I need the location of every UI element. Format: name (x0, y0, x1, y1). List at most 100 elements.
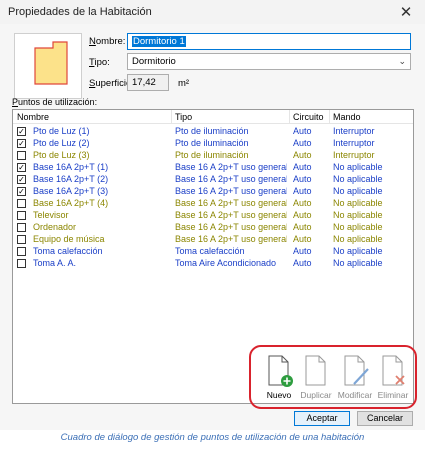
list-item[interactable]: ✓ Base 16A 2p+T (3) Base 16 A 2p+T uso gen… (13, 186, 413, 198)
cell-nombre: Base 16A 2p+T (3) (33, 186, 109, 196)
row-checkbox[interactable]: ✓ (17, 127, 26, 136)
row-checkbox[interactable]: ✓ (17, 175, 26, 184)
eliminar-label: Eliminar (377, 390, 409, 400)
figure-caption: Cuadro de diálogo de gestión de puntos d… (60, 432, 365, 443)
row-checkbox[interactable]: ✓ (17, 163, 26, 172)
eliminar-button[interactable]: Eliminar (372, 352, 414, 404)
cell-mando: No aplicable (333, 222, 383, 232)
cell-nombre: Pto de Luz (1) (33, 126, 90, 136)
nombre-input[interactable]: Dormitorio 1 (127, 33, 411, 50)
cell-nombre: Pto de Luz (2) (33, 138, 90, 148)
cell-tipo: Pto de iluminación (175, 150, 249, 160)
col-tipo-header[interactable]: Tipo (175, 112, 192, 122)
cell-tipo: Base 16 A 2p+T uso general... (175, 210, 287, 220)
cell-mando: Interruptor (333, 150, 375, 160)
col-nombre-header[interactable]: Nombre (17, 112, 49, 122)
cell-tipo: Pto de iluminación (175, 138, 249, 148)
row-checkbox[interactable] (17, 235, 26, 244)
tipo-value: Dormitorio (132, 56, 176, 67)
cell-mando: No aplicable (333, 258, 383, 268)
tipo-label: Tipo: (89, 57, 110, 68)
modificar-button[interactable]: Modificar (334, 352, 376, 404)
cell-mando: No aplicable (333, 186, 383, 196)
cell-tipo: Pto de iluminación (175, 126, 249, 136)
cell-nombre: Toma calefacción (33, 246, 103, 256)
nuevo-button[interactable]: Nuevo (258, 352, 300, 404)
duplicar-label: Duplicar (300, 390, 332, 400)
row-checkbox[interactable] (17, 151, 26, 160)
modificar-label: Modificar (337, 390, 373, 400)
cell-nombre: Equipo de música (33, 234, 105, 244)
cell-circuito: Auto (293, 150, 312, 160)
cell-circuito: Auto (293, 234, 312, 244)
list-item[interactable]: Base 16A 2p+T (4) Base 16 A 2p+T uso gene… (13, 198, 413, 210)
list-item[interactable]: ✓ Pto de Luz (2) Pto de iluminación Auto Int… (13, 138, 413, 150)
list-item[interactable]: ✓ Pto de Luz (1) Pto de iluminación Auto Int… (13, 126, 413, 138)
cell-nombre: Base 16A 2p+T (2) (33, 174, 109, 184)
puntos-label: Puntos de utilización: (12, 97, 98, 107)
cell-tipo: Base 16 A 2p+T uso general... (175, 174, 287, 184)
row-checkbox[interactable] (17, 259, 26, 268)
accept-button[interactable]: Aceptar (294, 411, 350, 426)
cell-tipo: Base 16 A 2p+T uso general... (175, 222, 287, 232)
duplicate-icon (305, 355, 326, 386)
cell-mando: Interruptor (333, 126, 375, 136)
list-item[interactable]: Toma A. A. Toma Aire Acondicionado Auto No … (13, 258, 413, 270)
nombre-label: Nombre: (89, 36, 126, 47)
new-document-icon (268, 355, 293, 387)
cell-tipo: Toma Aire Acondicionado (175, 258, 277, 268)
cell-nombre: Toma A. A. (33, 258, 77, 268)
cell-circuito: Auto (293, 246, 312, 256)
edit-icon (344, 355, 369, 386)
list-item[interactable]: Ordenador Base 16 A 2p+T uso general... Au… (13, 222, 413, 234)
cell-nombre: Base 16A 2p+T (4) (33, 198, 109, 208)
superficie-unit: m² (178, 78, 190, 89)
col-circuito-header[interactable]: Circuito (293, 112, 324, 122)
cell-tipo: Toma calefacción (175, 246, 245, 256)
list-item[interactable]: Televisor Base 16 A 2p+T uso general... Au… (13, 210, 413, 222)
tipo-select[interactable]: Dormitorio ⌄ (127, 53, 411, 70)
superficie-field: 17,42 (127, 74, 169, 91)
cell-circuito: Auto (293, 198, 312, 208)
row-checkbox[interactable]: ✓ (17, 187, 26, 196)
col-divider[interactable] (171, 110, 172, 124)
row-checkbox[interactable]: ✓ (17, 139, 26, 148)
dialog-title: Propiedades de la Habitación (8, 6, 152, 18)
cell-mando: No aplicable (333, 246, 383, 256)
cell-circuito: Auto (293, 258, 312, 268)
cell-circuito: Auto (293, 138, 312, 148)
row-checkbox[interactable] (17, 199, 26, 208)
close-icon[interactable]: ✕ (391, 0, 421, 24)
cell-mando: No aplicable (333, 162, 383, 172)
cell-tipo: Base 16 A 2p+T uso general... (175, 198, 287, 208)
list-item[interactable]: Pto de Luz (3) Pto de iluminación Auto Inte… (13, 150, 413, 162)
row-checkbox[interactable] (17, 247, 26, 256)
cell-mando: No aplicable (333, 174, 383, 184)
list-item[interactable]: ✓ Base 16A 2p+T (2) Base 16 A 2p+T uso gen… (13, 174, 413, 186)
cell-circuito: Auto (293, 174, 312, 184)
room-properties-dialog: Propiedades de la Habitación ✕ Nombre: D… (0, 0, 425, 430)
cell-tipo: Base 16 A 2p+T uso general... (175, 186, 287, 196)
cell-mando: No aplicable (333, 198, 383, 208)
col-divider[interactable] (329, 110, 330, 124)
row-checkbox[interactable] (17, 223, 26, 232)
list-item[interactable]: Toma calefacción Toma calefacción Auto No a… (13, 246, 413, 258)
cancel-button[interactable]: Cancelar (357, 411, 413, 426)
list-item[interactable]: ✓ Base 16A 2p+T (1) Base 16 A 2p+T uso gen… (13, 162, 413, 174)
superficie-value: 17,42 (132, 77, 156, 88)
cell-nombre: Base 16A 2p+T (1) (33, 162, 109, 172)
cell-circuito: Auto (293, 126, 312, 136)
cell-nombre: Televisor (33, 210, 69, 220)
cell-circuito: Auto (293, 222, 312, 232)
duplicar-button[interactable]: Duplicar (295, 352, 337, 404)
cell-circuito: Auto (293, 210, 312, 220)
cell-mando: No aplicable (333, 210, 383, 220)
row-checkbox[interactable] (17, 211, 26, 220)
list-header: Nombre Tipo Circuito Mando (13, 110, 413, 124)
cell-nombre: Ordenador (33, 222, 77, 232)
nuevo-label: Nuevo (266, 390, 292, 400)
list-item[interactable]: Equipo de música Base 16 A 2p+T uso gener… (13, 234, 413, 246)
room-shape-icon (34, 41, 68, 85)
col-divider[interactable] (289, 110, 290, 124)
col-mando-header[interactable]: Mando (333, 112, 361, 122)
